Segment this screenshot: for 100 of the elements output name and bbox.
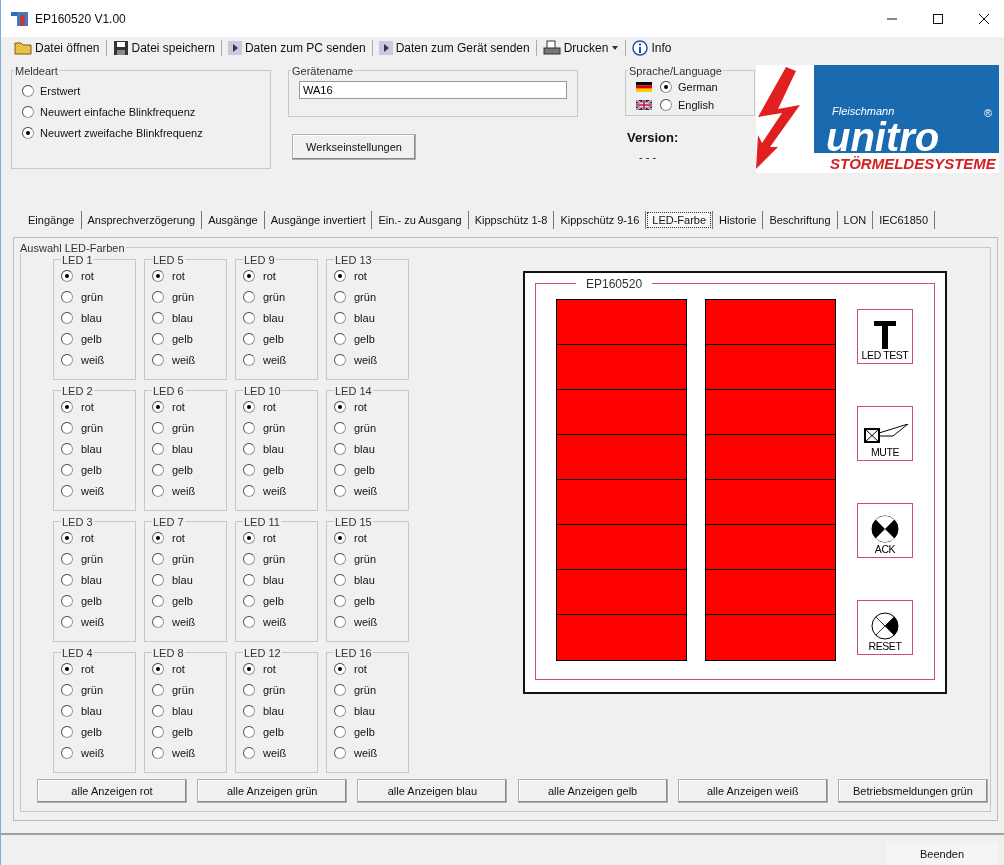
radio-option[interactable]: gelb (61, 591, 135, 612)
radio-option[interactable]: blau (243, 701, 317, 722)
radio-option[interactable]: gelb (334, 591, 408, 612)
radio-option[interactable]: weiß (334, 350, 408, 371)
radio-option[interactable]: rot (334, 397, 408, 418)
radio-option[interactable]: grün (152, 287, 226, 308)
tab[interactable]: Kippschütz 1-8 (469, 212, 553, 229)
radio-option[interactable]: grün (243, 418, 317, 439)
radio-option[interactable]: grün (334, 287, 408, 308)
radio-option[interactable]: weiß (334, 743, 408, 764)
tab[interactable]: IEC61850 (874, 212, 934, 229)
radio-option[interactable]: weiß (243, 612, 317, 633)
toolbar-button[interactable]: Drucken (539, 39, 623, 56)
radio-option[interactable]: blau (152, 439, 226, 460)
radio-option[interactable]: blau (243, 570, 317, 591)
tab[interactable]: Ein.- zu Ausgang (373, 212, 467, 229)
panel-key[interactable]: LED TEST (857, 309, 913, 364)
radio-option[interactable]: blau (152, 308, 226, 329)
tab[interactable]: Beschriftung (764, 212, 836, 229)
close-icon[interactable] (978, 12, 990, 25)
tab[interactable]: LON (838, 212, 872, 229)
radio-option[interactable]: weiß (152, 350, 226, 371)
radio-option[interactable]: German (660, 80, 718, 93)
radio-option[interactable]: grün (334, 680, 408, 701)
radio-option[interactable]: blau (152, 570, 226, 591)
exit-button[interactable]: Beenden (886, 843, 998, 865)
radio-option[interactable]: weiß (243, 481, 317, 502)
radio-option[interactable]: rot (243, 528, 317, 549)
tab[interactable]: Ansprechverzögerung (82, 212, 201, 229)
radio-option[interactable]: blau (334, 701, 408, 722)
radio-option[interactable]: gelb (243, 722, 317, 743)
radio-option[interactable]: blau (61, 570, 135, 591)
radio-option[interactable]: weiß (152, 481, 226, 502)
radio-option[interactable]: gelb (61, 329, 135, 350)
radio-option[interactable]: grün (61, 549, 135, 570)
panel-key[interactable]: ACK (857, 503, 913, 558)
radio-option[interactable]: rot (152, 397, 226, 418)
radio-option[interactable]: gelb (152, 329, 226, 350)
panel-key[interactable]: RESET (857, 600, 913, 655)
radio-option[interactable]: English (660, 98, 715, 111)
toolbar-button[interactable]: Daten zum Gerät senden (375, 40, 533, 55)
radio-option[interactable]: weiß (334, 612, 408, 633)
tab[interactable]: Historie (714, 212, 762, 229)
tab[interactable]: Ausgänge invertiert (265, 212, 371, 229)
toolbar-button[interactable]: Datei öffnen (11, 40, 103, 55)
tab[interactable]: Eingänge (23, 212, 80, 229)
radio-option[interactable]: gelb (334, 460, 408, 481)
tab[interactable]: LED-Farbe (647, 212, 712, 229)
toolbar-button[interactable]: Daten zum PC senden (224, 40, 369, 55)
radio-option[interactable]: gelb (243, 460, 317, 481)
color-all-button[interactable]: alle Anzeigen rot (37, 779, 187, 803)
radio-option[interactable]: grün (152, 418, 226, 439)
radio-option[interactable]: rot (152, 659, 226, 680)
radio-option[interactable]: Neuwert zweifache Blinkfrequenz (22, 126, 260, 139)
radio-option[interactable]: rot (243, 659, 317, 680)
radio-option[interactable]: grün (243, 287, 317, 308)
color-all-button[interactable]: Betriebsmeldungen grün (837, 779, 988, 803)
radio-option[interactable]: rot (61, 528, 135, 549)
radio-option[interactable]: grün (334, 549, 408, 570)
color-all-button[interactable]: alle Anzeigen weiß (677, 779, 828, 803)
radio-option[interactable]: blau (243, 439, 317, 460)
radio-option[interactable]: rot (61, 659, 135, 680)
radio-option[interactable]: rot (152, 266, 226, 287)
radio-option[interactable]: gelb (334, 722, 408, 743)
radio-option[interactable]: rot (334, 659, 408, 680)
radio-option[interactable]: blau (334, 308, 408, 329)
radio-option[interactable]: blau (243, 308, 317, 329)
radio-option[interactable]: grün (61, 680, 135, 701)
radio-option[interactable]: grün (243, 549, 317, 570)
tab[interactable]: Kippschütz 9-16 (555, 212, 645, 229)
radio-option[interactable]: grün (243, 680, 317, 701)
radio-option[interactable]: weiß (61, 612, 135, 633)
radio-option[interactable]: rot (334, 266, 408, 287)
color-all-button[interactable]: alle Anzeigen gelb (517, 779, 668, 803)
factory-settings-button[interactable]: Werkseinstellungen (292, 133, 416, 160)
radio-option[interactable]: gelb (152, 460, 226, 481)
radio-option[interactable]: gelb (243, 329, 317, 350)
radio-option[interactable]: weiß (152, 612, 226, 633)
toolbar-button[interactable]: Datei speichern (109, 39, 218, 56)
radio-option[interactable]: gelb (61, 460, 135, 481)
radio-option[interactable]: grün (334, 418, 408, 439)
radio-option[interactable]: gelb (243, 591, 317, 612)
radio-option[interactable]: weiß (243, 743, 317, 764)
maximize-icon[interactable] (932, 12, 944, 25)
radio-option[interactable]: gelb (152, 591, 226, 612)
radio-option[interactable]: blau (152, 701, 226, 722)
toolbar-button[interactable]: Info (629, 39, 675, 56)
radio-option[interactable]: rot (61, 266, 135, 287)
radio-option[interactable]: weiß (61, 743, 135, 764)
radio-option[interactable]: Neuwert einfache Blinkfrequenz (22, 105, 260, 118)
radio-option[interactable]: weiß (61, 481, 135, 502)
radio-option[interactable]: weiß (152, 743, 226, 764)
radio-option[interactable]: grün (61, 418, 135, 439)
radio-option[interactable]: rot (152, 528, 226, 549)
radio-option[interactable]: rot (243, 266, 317, 287)
name-field[interactable]: WA16 (299, 80, 567, 99)
color-all-button[interactable]: alle Anzeigen grün (197, 779, 348, 803)
radio-option[interactable]: blau (334, 570, 408, 591)
radio-option[interactable]: weiß (61, 350, 135, 371)
radio-option[interactable]: weiß (243, 350, 317, 371)
